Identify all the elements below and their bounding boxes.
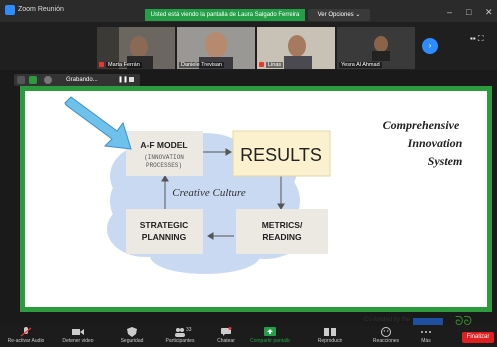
slide-title-1: Comprehensive	[383, 118, 460, 132]
af-title: A-F MODEL	[140, 140, 187, 150]
close-button[interactable]: ✕	[485, 7, 493, 18]
toolbar-label: Seguridad	[120, 338, 144, 344]
metrics-line1: METRICS/	[262, 220, 303, 230]
pause-icon[interactable]: ❚❚	[118, 76, 128, 83]
innovation-diagram: A-F MODEL (INNOVATION PROCESSES) RESULTS…	[64, 96, 463, 274]
toolbar-label: Participantes	[165, 338, 195, 344]
next-participants-button[interactable]: ›	[422, 38, 438, 54]
toolbar-label: Reacciones	[372, 338, 400, 344]
smiley-icon	[381, 327, 391, 337]
slide-title-3: System	[428, 154, 463, 168]
stop-video-button[interactable]: Detener video	[58, 327, 98, 344]
maximize-button[interactable]: □	[466, 7, 471, 17]
record-dot-icon	[44, 76, 52, 84]
participants-button[interactable]: Participantes	[160, 327, 200, 344]
reactions-button[interactable]: Reacciones	[366, 327, 406, 344]
participant-tile[interactable]: Linas	[257, 27, 335, 69]
screen-share-banner: Usted está viendo la pantalla de Laura S…	[145, 9, 305, 21]
toolbar-label: Compartir pantalla	[250, 338, 290, 344]
view-layout-icon[interactable]: ▪▪ ⛶	[470, 34, 484, 44]
center-text: Creative Culture	[172, 187, 246, 199]
meeting-toolbar: Re-activar Audio Detener video Seguridad…	[0, 325, 497, 347]
unmute-button[interactable]: Re-activar Audio	[6, 327, 46, 344]
pause-record-icon	[324, 328, 336, 336]
pointer-arrow-icon	[64, 96, 132, 150]
participant-name: Linas	[266, 62, 284, 68]
screen-icon[interactable]	[17, 76, 25, 84]
participant-name: Daniele Trevisan	[179, 62, 224, 68]
end-meeting-button[interactable]: Finalizar	[462, 332, 494, 343]
microphone-off-icon	[20, 327, 32, 337]
muted-mic-icon	[99, 62, 104, 67]
af-sub1: (INNOVATION	[144, 154, 184, 161]
zoom-logo-icon	[5, 5, 15, 15]
toolbar-label: Reproducir	[317, 338, 343, 344]
participant-count: 33	[186, 327, 192, 333]
share-screen-button[interactable]: Compartir pantalla	[250, 327, 290, 344]
toolbar-label: Re-activar Audio	[7, 338, 45, 344]
toolbar-label: Más	[421, 338, 431, 344]
chat-icon	[221, 327, 232, 336]
video-camera-icon	[72, 329, 84, 335]
participant-tile[interactable]: Yesra Al Ahmad	[337, 27, 415, 69]
metrics-line2: READING	[262, 232, 302, 242]
window-title: Zoom Reunión	[18, 6, 64, 13]
participant-tile[interactable]: Marta Ferrán	[97, 27, 175, 69]
minimize-button[interactable]: –	[447, 7, 452, 17]
toolbar-label: Detener video	[62, 338, 94, 344]
participant-name: Marta Ferrán	[106, 62, 142, 68]
muted-mic-icon	[259, 62, 264, 67]
recording-label: Grabando...	[66, 77, 98, 83]
view-options-button[interactable]: Ver Opciones ⌄	[308, 9, 370, 21]
recording-bar: Grabando... ❚❚	[14, 74, 140, 86]
people-icon	[175, 328, 185, 337]
stop-icon[interactable]	[129, 77, 134, 82]
more-dots-icon	[421, 331, 431, 333]
participant-name: Yesra Al Ahmad	[339, 62, 382, 68]
share-screen-icon	[264, 327, 276, 336]
chat-button[interactable]: Chatear	[206, 327, 246, 344]
more-button[interactable]: Más	[406, 327, 446, 344]
shared-slide: A-F MODEL (INNOVATION PROCESSES) RESULTS…	[25, 91, 487, 307]
participant-tile[interactable]: Daniele Trevisan	[177, 27, 255, 69]
play-button[interactable]: Reproducir	[310, 327, 350, 344]
slide-title-2: Innovation	[407, 136, 463, 150]
security-button[interactable]: Seguridad	[112, 327, 152, 344]
shield-icon	[127, 327, 137, 337]
af-sub2: PROCESSES)	[146, 162, 182, 169]
toolbar-label: Chatear	[217, 338, 235, 344]
strategic-line2: PLANNING	[142, 232, 187, 242]
strategic-line1: STRATEGIC	[140, 220, 188, 230]
cofunded-label: Co-funded by the	[364, 317, 411, 323]
results-label: RESULTS	[240, 145, 322, 165]
shield-icon[interactable]	[29, 76, 37, 84]
